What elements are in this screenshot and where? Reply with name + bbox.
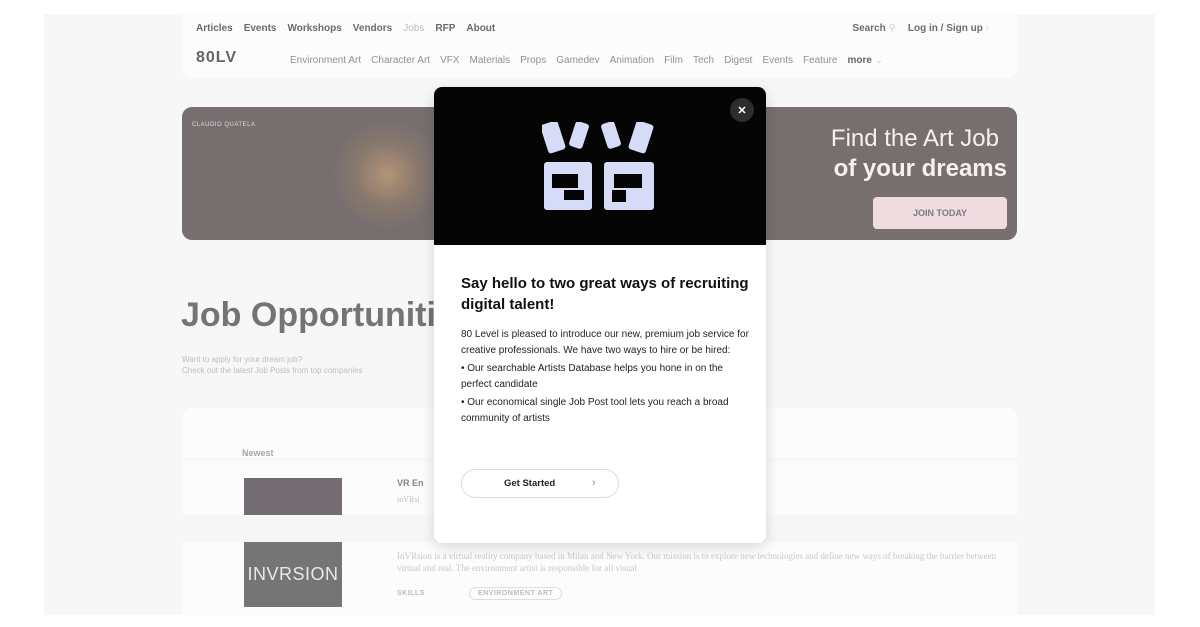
recruiting-modal: ✕ Say hello to two great ways of recruit… — [434, 87, 766, 543]
chevron-right-icon: › — [592, 477, 596, 489]
get-started-label: Get Started — [504, 478, 556, 489]
get-started-button[interactable]: Get Started › — [461, 469, 619, 498]
modal-title: Say hello to two great ways of recruitin… — [461, 275, 749, 313]
modal-header: ✕ — [434, 87, 766, 245]
close-button[interactable]: ✕ — [730, 98, 754, 122]
close-icon: ✕ — [737, 104, 747, 117]
modal-bullet: • Our economical single Job Post tool le… — [461, 397, 729, 424]
modal-body: 80 Level is pleased to introduce our new… — [461, 327, 751, 429]
modal-bullet: • Our searchable Artists Database helps … — [461, 363, 723, 390]
80lv-logo-icon — [542, 122, 654, 210]
modal-intro: 80 Level is pleased to introduce our new… — [461, 329, 749, 356]
